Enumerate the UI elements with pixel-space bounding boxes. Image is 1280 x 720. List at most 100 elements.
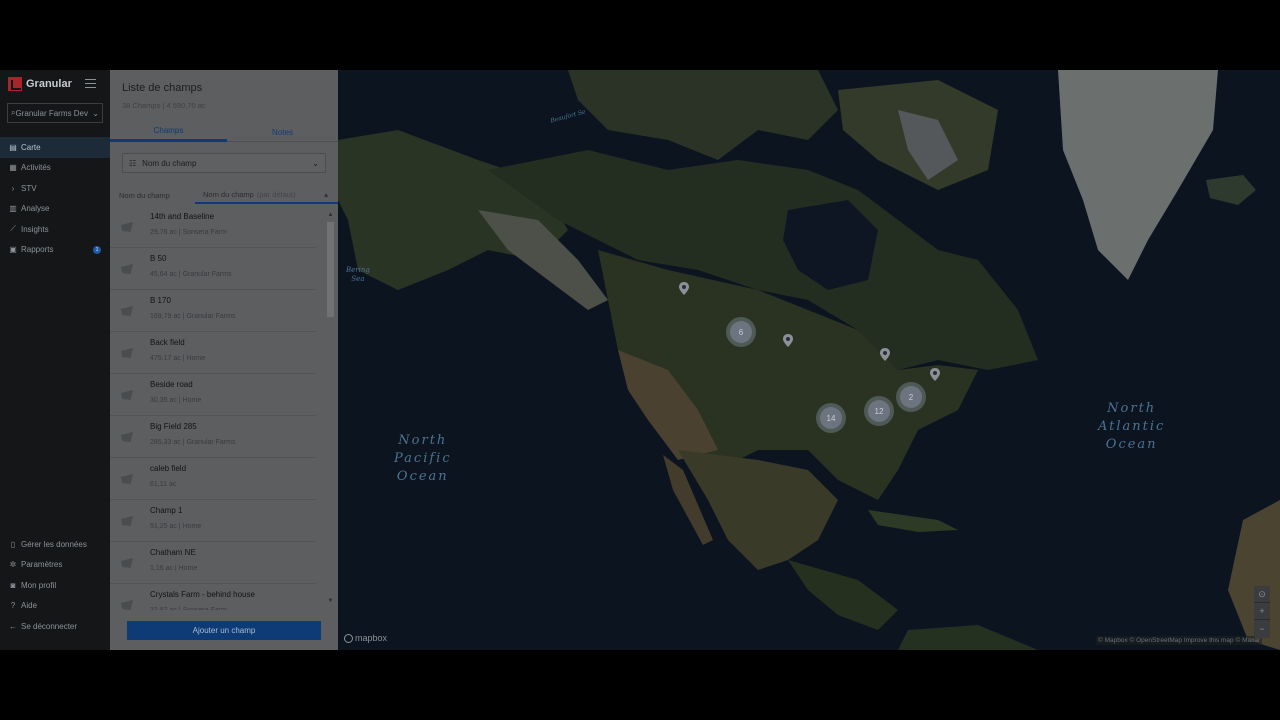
field-name: 14th and Baseline — [150, 212, 215, 221]
help-icon: ? — [10, 601, 16, 611]
map-pin-icon[interactable] — [783, 334, 793, 347]
sidebar-item-label: Paramètres — [21, 560, 63, 570]
app-window: Granular ⌕ Granular Farms Dev ⌄ ▤ Carte ▦ A… — [0, 70, 1280, 650]
sidebar-item-label: Activités — [21, 163, 51, 173]
notification-badge: 1 — [93, 245, 101, 254]
map-pin-icon[interactable] — [930, 368, 940, 381]
field-list-item[interactable]: B 170 169,79 ac | Granular Farms — [110, 290, 316, 332]
sort-option-label: Nom du champ — [119, 190, 170, 200]
sidebar-item-label: Se déconnecter — [21, 621, 78, 631]
mapbox-logo[interactable]: mapbox — [344, 633, 387, 643]
sidebar-item-label: Carte — [21, 142, 41, 152]
map-icon: ▤ — [9, 142, 17, 152]
field-details: 29,76 ac | Sonsera Farm — [150, 229, 227, 236]
field-cluster-marker[interactable]: 12 — [864, 396, 894, 426]
panel-title: Liste de champs — [122, 82, 203, 94]
sort-options: Nom du champ Nom du champ (par défaut) ▴ — [110, 186, 338, 204]
farm-select[interactable]: ⌕ Granular Farms Dev ⌄ — [7, 103, 103, 123]
field-list-item[interactable]: Champ 1 51,25 ac | Home — [110, 500, 316, 542]
field-cluster-marker[interactable]: 2 — [896, 382, 926, 412]
chevron-down-icon: ⌄ — [92, 108, 99, 118]
sidebar: Granular ⌕ Granular Farms Dev ⌄ ▤ Carte ▦ A… — [0, 70, 110, 650]
field-shape-icon — [121, 474, 133, 484]
sidebar-item-carte[interactable]: ▤ Carte — [0, 137, 110, 158]
field-shape-icon — [121, 432, 133, 442]
compass-icon[interactable]: ⊙ — [1254, 586, 1270, 603]
scroll-down-icon[interactable]: ▼ — [326, 598, 335, 606]
brand-name: Granular — [26, 78, 72, 90]
filter-select[interactable]: ☷ Nom du champ ⌄ — [122, 153, 326, 173]
field-shape-icon — [121, 306, 133, 316]
tab-notes[interactable]: Notes — [227, 122, 338, 142]
sidebar-item-label: Rapports — [21, 245, 54, 255]
field-shape-icon — [121, 264, 133, 274]
field-details: 475,17 ac | Home — [150, 355, 206, 362]
brand[interactable]: Granular — [8, 77, 72, 91]
field-cluster-marker[interactable]: 14 — [816, 403, 846, 433]
sidebar-item-label: STV — [21, 183, 37, 193]
field-name: B 50 — [150, 254, 167, 263]
zoom-in-button[interactable]: + — [1254, 603, 1270, 620]
phone-icon: ▯ — [10, 539, 16, 549]
field-list-scrollbar[interactable]: ▲ ▼ — [326, 212, 335, 606]
sort-option-label: Nom du champ — [203, 189, 254, 199]
filter-select-value: Nom du champ — [142, 158, 197, 168]
add-field-button[interactable]: Ajouter un champ — [127, 621, 321, 640]
collapse-menu-icon[interactable] — [85, 79, 96, 88]
map-attribution[interactable]: © Mapbox © OpenStreetMap Improve this ma… — [1096, 636, 1263, 645]
zoom-out-button[interactable]: − — [1254, 620, 1270, 637]
field-name: B 170 — [150, 296, 171, 305]
map-pin-icon[interactable] — [880, 348, 890, 361]
map[interactable]: Beaufort Se Bering Sea North Pacific Oce… — [338, 70, 1280, 650]
main-nav: ▤ Carte ▦ Activités › STV ▥ Analyse ⟋ Insights ▣ Ra… — [0, 137, 110, 260]
trend-icon: ⟋ — [10, 224, 16, 234]
sidebar-item-mon-profil[interactable]: ◙ Mon profil — [0, 575, 110, 596]
sidebar-item-analyse[interactable]: ▥ Analyse — [0, 199, 110, 220]
field-list-item[interactable]: caleb field 61,11 ac — [110, 458, 316, 500]
document-icon: ▣ — [9, 245, 17, 255]
field-list-item[interactable]: Beside road 30,35 ac | Home — [110, 374, 316, 416]
sidebar-item-label: Mon profil — [21, 580, 57, 590]
sidebar-item-aide[interactable]: ? Aide — [0, 596, 110, 617]
field-list-item[interactable]: Big Field 285 285,33 ac | Granular Farms — [110, 416, 316, 458]
sort-option-name[interactable]: Nom du champ — [119, 186, 170, 204]
field-details: 61,11 ac — [150, 481, 177, 488]
sidebar-item-g-rer-les-donn-es[interactable]: ▯ Gérer les données — [0, 534, 110, 555]
chevron-icon: › — [11, 183, 15, 193]
north-pacific-label: North Pacific Ocean — [394, 433, 452, 484]
field-list-item[interactable]: B 50 45,64 ac | Granular Farms — [110, 248, 316, 290]
sidebar-item-insights[interactable]: ⟋ Insights — [0, 219, 110, 240]
field-cluster-marker[interactable]: 6 — [726, 317, 756, 347]
field-list-item[interactable]: Crystals Farm - behind house 32,97 ac | S… — [110, 584, 316, 610]
sidebar-item-rapports[interactable]: ▣ Rapports 1 — [0, 240, 110, 261]
cluster-count: 6 — [730, 321, 752, 343]
field-list-item[interactable]: Chatham NE 1,16 ac | Home — [110, 542, 316, 584]
sidebar-item-label: Aide — [21, 601, 38, 611]
map-pin-icon[interactable] — [679, 282, 689, 295]
field-details: 51,25 ac | Home — [150, 523, 202, 530]
sidebar-item-stv[interactable]: › STV — [0, 178, 110, 199]
field-list-panel: Liste de champs 38 Champs | 4 590,70 ac … — [110, 70, 338, 650]
logout-icon: ← — [9, 621, 17, 631]
field-details: 285,33 ac | Granular Farms — [150, 439, 236, 446]
tab-champs[interactable]: Champs — [110, 122, 227, 142]
scroll-up-icon[interactable]: ▲ — [326, 212, 335, 220]
field-shape-icon — [121, 222, 133, 232]
north-atlantic-label: North Atlantic Ocean — [1098, 401, 1166, 452]
sidebar-item-param-tres[interactable]: ✲ Paramètres — [0, 555, 110, 576]
field-name: Back field — [150, 338, 185, 347]
sidebar-item-label: Gérer les données — [21, 539, 87, 549]
field-details: 32,97 ac | Sonsera Farm — [150, 607, 227, 610]
chevron-down-icon: ⌄ — [312, 158, 319, 168]
field-details: 30,35 ac | Home — [150, 397, 202, 404]
scroll-thumb[interactable] — [327, 222, 334, 317]
farm-select-value: Granular Farms Dev — [15, 108, 88, 118]
field-list-item[interactable]: 14th and Baseline 29,76 ac | Sonsera Farm — [110, 206, 316, 248]
field-name: Champ 1 — [150, 506, 183, 515]
sidebar-item-label: Insights — [21, 224, 49, 234]
field-list-item[interactable]: Back field 475,17 ac | Home — [110, 332, 316, 374]
sidebar-item-activit-s[interactable]: ▦ Activités — [0, 158, 110, 179]
bar-chart-icon: ▥ — [9, 204, 17, 214]
sort-option-name-default[interactable]: Nom du champ (par défaut) ▴ — [195, 186, 338, 204]
sidebar-item-se-d-connecter[interactable]: ← Se déconnecter — [0, 616, 110, 637]
